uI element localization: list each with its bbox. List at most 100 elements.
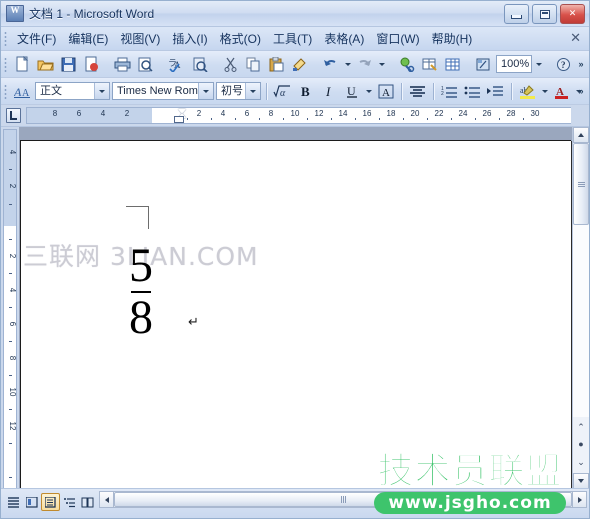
numbered-list-icon[interactable]: 12: [439, 81, 460, 102]
vertical-scrollbar[interactable]: ⌃ ● ⌄: [572, 127, 589, 489]
bold-icon[interactable]: B: [295, 81, 316, 102]
vertical-scroll-thumb[interactable]: [573, 143, 589, 225]
scroll-right-button[interactable]: [572, 491, 587, 508]
bulleted-list-icon[interactable]: [462, 81, 483, 102]
spelling-check-icon[interactable]: ラA: [166, 54, 187, 75]
styles-pane-icon[interactable]: AA: [12, 81, 33, 102]
close-button[interactable]: ✕: [560, 4, 585, 24]
help-icon[interactable]: ?: [553, 54, 574, 75]
ruler-tick-label: 8: [268, 109, 274, 118]
menu-insert[interactable]: 插入(I): [166, 27, 213, 50]
left-indent-marker[interactable]: [174, 116, 184, 123]
ruler-tick-label: 16: [362, 109, 372, 118]
copy-icon[interactable]: [243, 54, 264, 75]
document-page[interactable]: 三联网 3LIAN.COM 5 8 ↵: [20, 140, 571, 489]
zoom-dropdown-icon[interactable]: [533, 54, 544, 75]
insert-table-icon[interactable]: [419, 54, 440, 75]
undo-dropdown-icon[interactable]: [342, 54, 353, 75]
equation-icon[interactable]: α: [272, 81, 293, 102]
font-color-icon[interactable]: A: [551, 81, 572, 102]
horizontal-scrollbar[interactable]: [99, 491, 587, 508]
open-folder-icon[interactable]: [35, 54, 56, 75]
tab-stop-selector[interactable]: [1, 105, 26, 126]
insert-excel-table-icon[interactable]: [442, 54, 463, 75]
close-document-icon[interactable]: ✕: [570, 31, 581, 45]
select-browse-object-icon[interactable]: ●: [578, 440, 583, 449]
underline-style-dropdown-icon[interactable]: [363, 81, 374, 102]
menu-window[interactable]: 窗口(W): [370, 27, 425, 50]
save-disk-icon[interactable]: [58, 54, 79, 75]
horizontal-ruler[interactable]: 8 6 4 2 2 4 6 8 10 12 14 16 18 20 22 24 …: [26, 107, 571, 124]
show-formatting-icon[interactable]: [473, 54, 494, 75]
horizontal-scroll-track[interactable]: [114, 491, 572, 508]
print-icon[interactable]: [112, 54, 133, 75]
mail-recipient-icon[interactable]: [81, 54, 102, 75]
previous-page-icon[interactable]: ⌃: [577, 423, 585, 432]
view-print-layout[interactable]: [41, 493, 60, 511]
scroll-down-button[interactable]: [573, 473, 589, 489]
svg-text:2: 2: [441, 91, 444, 97]
close-icon: ✕: [568, 8, 577, 18]
font-size-combo[interactable]: 初号: [216, 82, 261, 100]
browse-object-controls[interactable]: ⌃ ● ⌄: [573, 417, 589, 473]
text-boundary-corner-icon: [126, 206, 149, 229]
ruler-tick-label: 28: [506, 109, 516, 118]
ruler-tick-label: 20: [410, 109, 420, 118]
font-dropdown-icon[interactable]: [198, 83, 213, 99]
underline-icon[interactable]: U: [341, 81, 362, 102]
word-application-window: 文档 1 - Microsoft Word ✕ 文件(F) 编辑(E) 视图(V…: [0, 0, 590, 519]
border-icon[interactable]: A: [375, 81, 396, 102]
view-outline[interactable]: [61, 494, 78, 510]
menu-file[interactable]: 文件(F): [11, 27, 62, 50]
restore-button[interactable]: [532, 4, 557, 24]
vruler-tick-label: 4: [8, 149, 17, 155]
increase-indent-icon[interactable]: [485, 81, 506, 102]
style-dropdown-icon[interactable]: [94, 83, 109, 99]
vertical-ruler[interactable]: 4 2 2 4 6 8 10 12: [1, 127, 19, 493]
scroll-left-button[interactable]: [99, 491, 114, 508]
vertical-scroll-track[interactable]: [573, 143, 589, 417]
fraction-equation[interactable]: 5 8: [129, 242, 153, 342]
font-size-dropdown-icon[interactable]: [245, 83, 260, 99]
minimize-button[interactable]: [504, 4, 529, 24]
format-painter-icon[interactable]: [289, 54, 310, 75]
menu-edit[interactable]: 编辑(E): [62, 27, 114, 50]
align-center-icon[interactable]: [407, 81, 428, 102]
menu-table[interactable]: 表格(A): [318, 27, 370, 50]
font-combo[interactable]: Times New Roma: [112, 82, 214, 100]
document-canvas[interactable]: 三联网 3LIAN.COM 5 8 ↵: [19, 127, 572, 489]
highlight-icon[interactable]: ab: [517, 81, 538, 102]
standard-toolbar-grip[interactable]: [4, 56, 7, 72]
menu-bar-grip[interactable]: [4, 31, 7, 46]
view-web-layout[interactable]: [23, 494, 40, 510]
print-preview-icon[interactable]: [135, 54, 156, 75]
italic-icon[interactable]: I: [318, 81, 339, 102]
undo-icon[interactable]: [320, 54, 341, 75]
zoom-combo[interactable]: 100%: [496, 55, 533, 73]
research-icon[interactable]: [189, 54, 210, 75]
ruler-row: 8 6 4 2 2 4 6 8 10 12 14 16 18 20 22 24 …: [1, 105, 589, 127]
toolbar-options-icon[interactable]: »: [575, 54, 587, 74]
style-combo[interactable]: 正文: [35, 82, 110, 100]
paste-clipboard-icon[interactable]: [266, 54, 287, 75]
cut-scissors-icon[interactable]: [220, 54, 241, 75]
new-document-icon[interactable]: [12, 54, 33, 75]
menu-tools[interactable]: 工具(T): [267, 27, 318, 50]
insert-hyperlink-icon[interactable]: [396, 54, 417, 75]
view-reading-layout[interactable]: [79, 494, 96, 510]
view-normal[interactable]: [5, 494, 22, 510]
vruler-tick-label: 4: [8, 287, 17, 293]
menu-format[interactable]: 格式(O): [214, 27, 267, 50]
scroll-up-button[interactable]: [573, 127, 589, 143]
menu-view[interactable]: 视图(V): [114, 27, 166, 50]
formatting-toolbar-options-icon[interactable]: »: [575, 81, 587, 101]
menu-help[interactable]: 帮助(H): [426, 27, 479, 50]
highlight-dropdown-icon[interactable]: [539, 81, 550, 102]
next-page-icon[interactable]: ⌄: [577, 457, 585, 467]
view-buttons: [5, 492, 97, 512]
horizontal-scroll-thumb[interactable]: [114, 492, 572, 507]
site-watermark: 三联网 3LIAN.COM: [23, 242, 259, 271]
redo-icon[interactable]: [354, 54, 375, 75]
redo-dropdown-icon[interactable]: [376, 54, 387, 75]
formatting-toolbar-grip[interactable]: [4, 83, 7, 99]
